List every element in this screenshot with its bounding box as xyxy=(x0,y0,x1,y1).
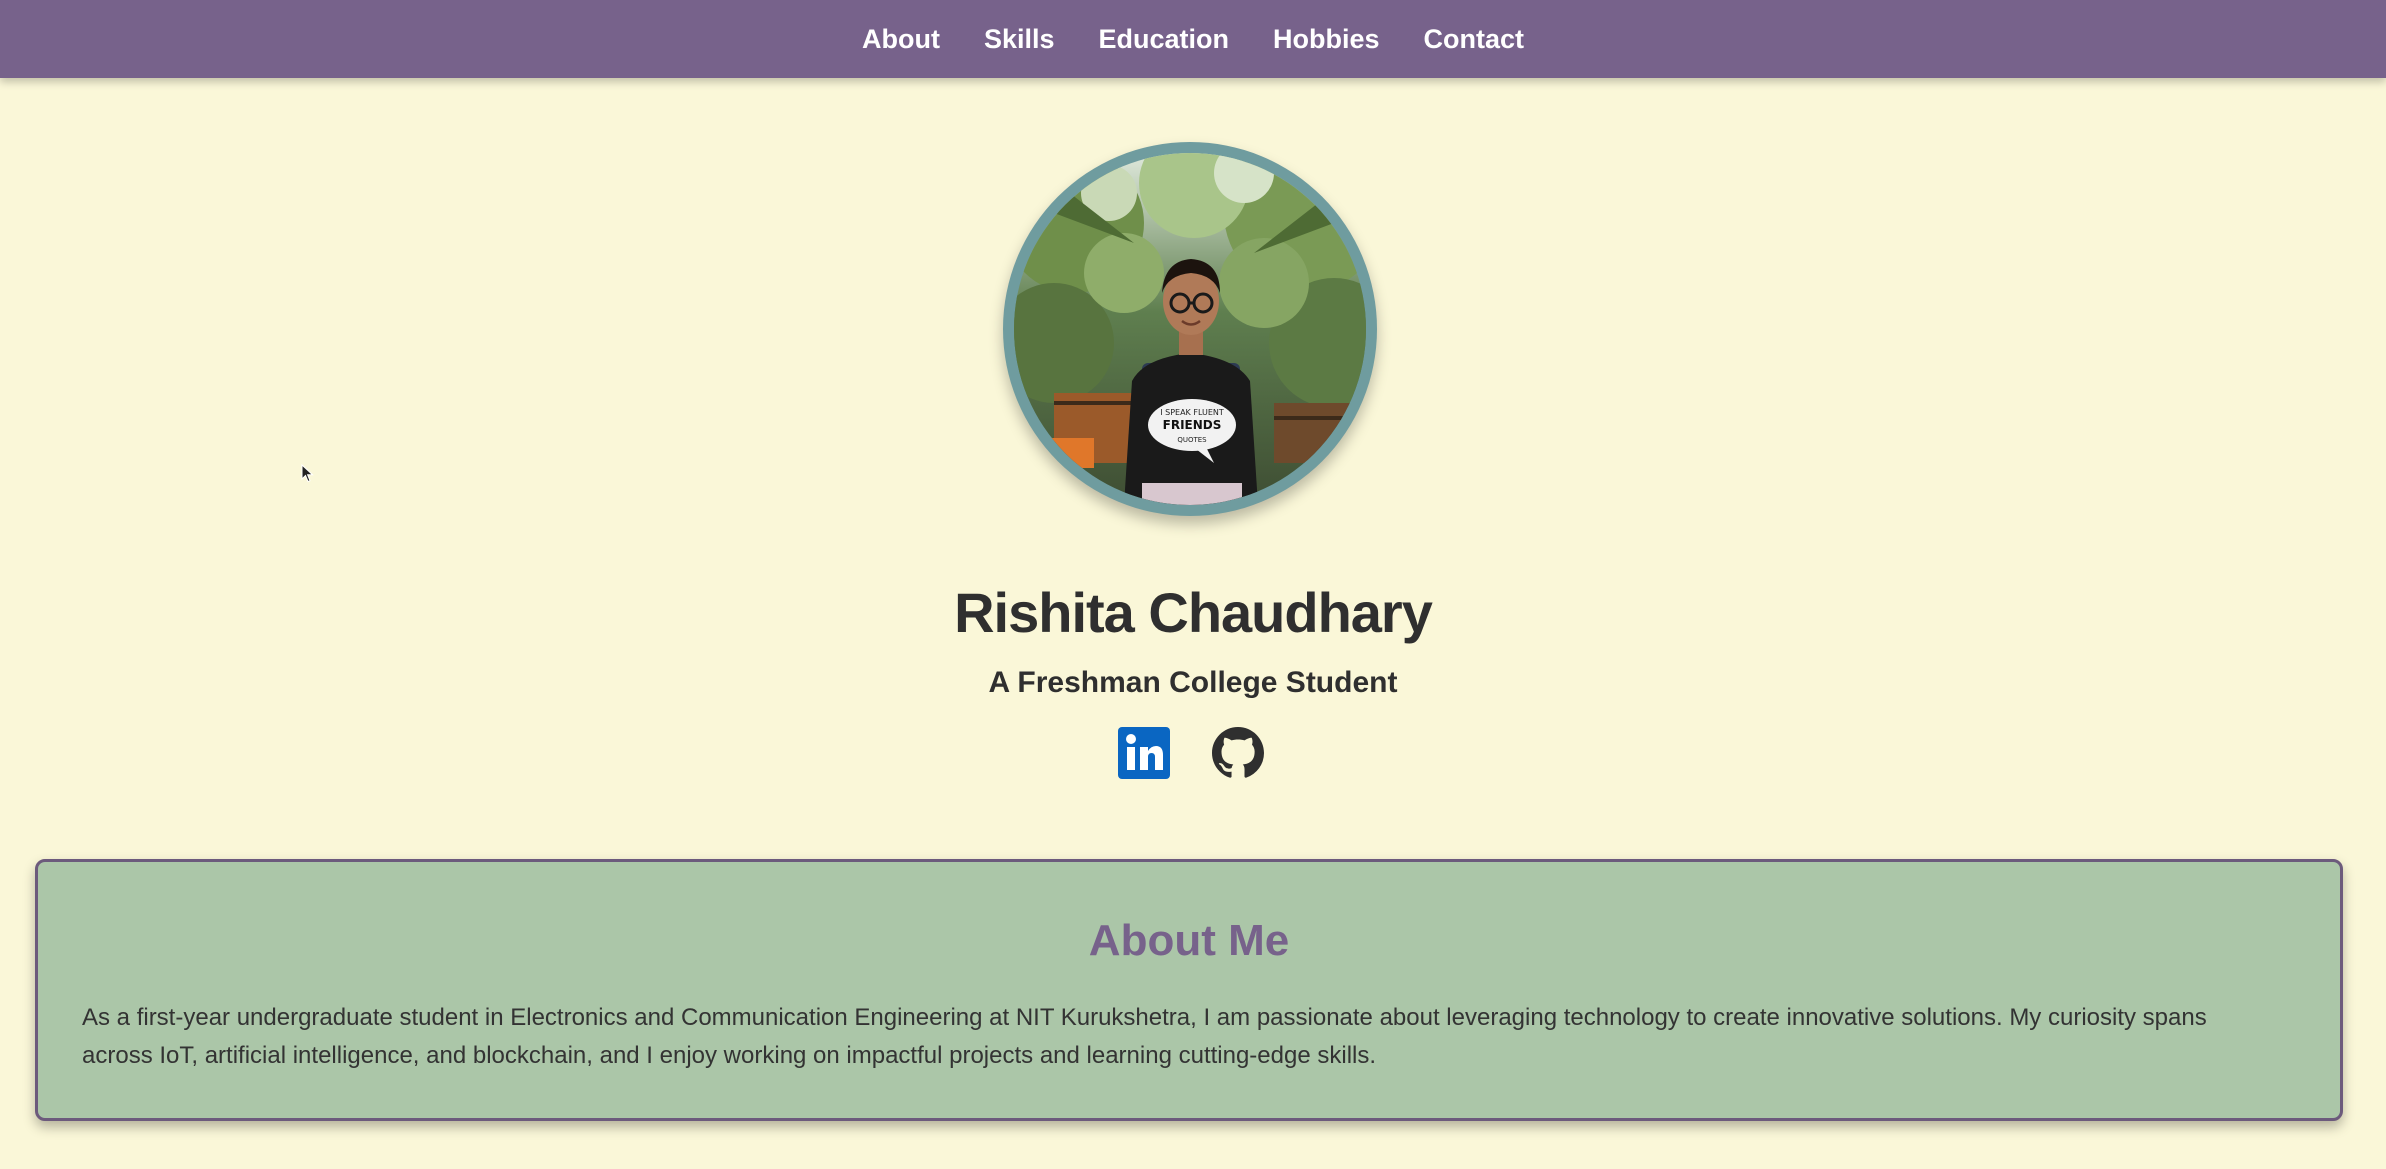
profile-name: Rishita Chaudhary xyxy=(954,581,1433,644)
nav-link-about[interactable]: About xyxy=(862,24,940,55)
profile-tagline: A Freshman College Student xyxy=(988,666,1398,699)
nav-link-education[interactable]: Education xyxy=(1098,24,1229,55)
nav-link-contact[interactable]: Contact xyxy=(1424,24,1525,55)
about-text: As a first-year undergraduate student in… xyxy=(82,1004,2207,1069)
tshirt-text-line2: FRIENDS xyxy=(1163,418,1222,432)
github-link[interactable] xyxy=(1212,727,1264,779)
linkedin-link[interactable] xyxy=(1118,727,1170,779)
nav-link-skills[interactable]: Skills xyxy=(984,24,1055,55)
profile-photo: I SPEAK FLUENT FRIENDS QUOTES xyxy=(1014,153,1366,505)
top-navbar: About Skills Education Hobbies Contact xyxy=(0,0,2386,78)
tshirt-text-line3: QUOTES xyxy=(1177,436,1207,444)
linkedin-icon xyxy=(1118,727,1170,779)
mouse-cursor-icon xyxy=(301,464,314,483)
nav-link-hobbies[interactable]: Hobbies xyxy=(1273,24,1380,55)
github-icon xyxy=(1212,727,1264,778)
about-title: About Me xyxy=(1088,916,1290,965)
about-section: About Me As a first-year undergraduate s… xyxy=(35,859,2343,1121)
tshirt-text-line1: I SPEAK FLUENT xyxy=(1160,408,1224,417)
profile-photo-frame: I SPEAK FLUENT FRIENDS QUOTES xyxy=(1003,142,1377,516)
